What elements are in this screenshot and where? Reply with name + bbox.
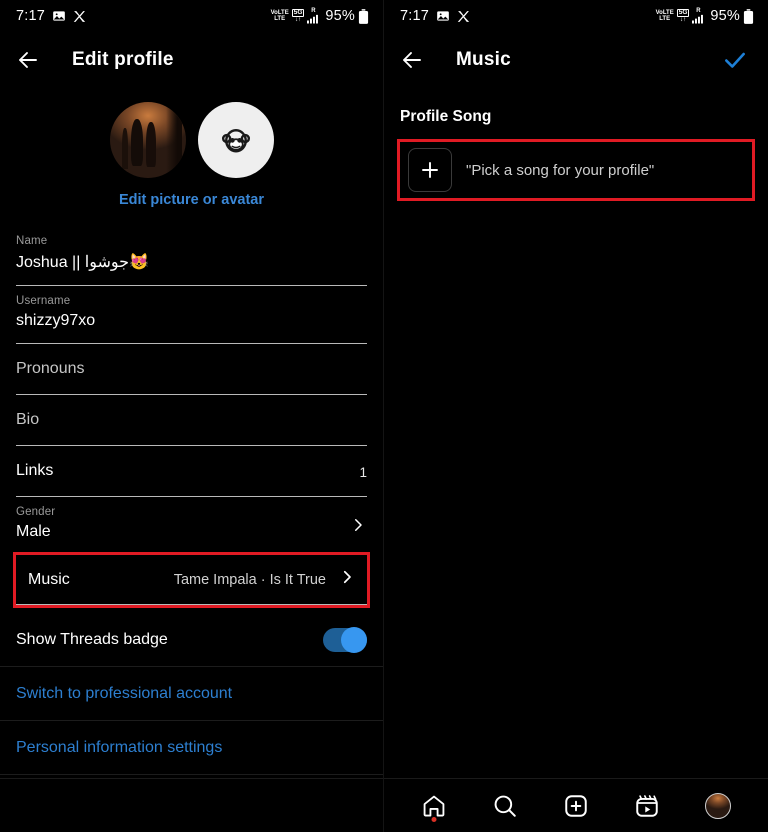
field-pronouns-placeholder: Pronouns [16, 360, 85, 377]
row-switch-professional-account[interactable]: Switch to professional account [0, 667, 383, 721]
chevron-right-icon [338, 568, 356, 591]
field-music-label: Music [28, 570, 70, 588]
edit-picture-or-avatar-link[interactable]: Edit picture or avatar [0, 192, 383, 208]
toggle-knob [341, 626, 367, 653]
field-name[interactable]: Name Joshua || جوشوا😻 [16, 226, 367, 286]
battery-icon [743, 8, 754, 24]
pick-song-row[interactable]: "Pick a song for your profile" [397, 139, 755, 201]
roaming-icon: R [692, 8, 704, 24]
app-bar-edit-profile: Edit profile [0, 32, 383, 88]
status-bar-right: 7:17 VoLTE LTE 5G ↓↑ R 95% [384, 0, 768, 32]
field-pronouns[interactable]: Pronouns [16, 344, 367, 395]
app-bar-music: Music [384, 32, 768, 88]
bottom-navigation-bar [384, 778, 768, 832]
field-username-label: Username [16, 295, 71, 307]
roaming-icon: R [307, 8, 319, 24]
field-username-value: shizzy97xo [16, 312, 96, 329]
status-bar-left-group-2: 7:17 [400, 8, 470, 24]
field-music[interactable]: Music Tame Impala · Is It True [13, 552, 370, 608]
personal-info-label: Personal information settings [16, 738, 223, 756]
add-song-button[interactable] [408, 148, 452, 192]
right-panel-music: 7:17 VoLTE LTE 5G ↓↑ R 95% Music Profile… [384, 0, 768, 832]
field-links-label: Links [16, 462, 54, 479]
page-title: Edit profile [72, 49, 174, 70]
photo-icon [436, 9, 450, 23]
profile-form: Name Joshua || جوشوا😻 Username shizzy97x… [0, 226, 383, 555]
row-show-threads-badge[interactable]: Show Threads badge [0, 613, 383, 667]
status-bar-left-group: 7:17 [16, 8, 86, 24]
x-app-icon [73, 10, 86, 23]
nav-create[interactable] [555, 785, 597, 827]
chevron-right-icon [349, 516, 367, 545]
x-app-icon [457, 10, 470, 23]
switch-professional-label: Switch to professional account [16, 684, 233, 702]
nav-search[interactable] [484, 785, 526, 827]
arrow-left-icon [19, 52, 37, 68]
network-5g-icon: 5G ↓↑ [291, 8, 305, 24]
field-username[interactable]: Username shizzy97xo [16, 286, 367, 344]
home-notification-dot [431, 816, 437, 822]
profile-photo-avatar[interactable] [109, 102, 186, 178]
confirm-button[interactable] [718, 43, 752, 77]
nav-reels[interactable] [626, 785, 668, 827]
field-gender-label: Gender [16, 506, 56, 518]
home-icon [423, 795, 444, 816]
status-bar-left: 7:17 VoLTE LTE 5G ↓↑ R 95% [0, 0, 383, 32]
reels-icon [636, 794, 658, 817]
field-music-value: Tame Impala · Is It True [173, 571, 326, 588]
back-button-music[interactable] [400, 43, 434, 77]
field-name-value: Joshua || جوشوا😻 [16, 254, 149, 271]
field-gender[interactable]: Gender Male [16, 497, 367, 555]
plus-icon [422, 162, 438, 178]
profile-song-section-title: Profile Song [400, 108, 492, 125]
volte-icon: VoLTE LTE [655, 10, 674, 22]
music-page-title: Music [456, 49, 511, 70]
settings-list: Show Threads badge Switch to professiona… [0, 613, 383, 775]
plus-square-icon [565, 794, 587, 817]
left-panel-edit-profile: 7:17 VoLTE LTE 5G ↓↑ R 95% Edit profile … [0, 0, 384, 832]
status-bar-right-group-2: VoLTE LTE 5G ↓↑ R 95% [656, 8, 754, 24]
battery-percentage: 95% [325, 8, 355, 24]
status-time-2: 7:17 [400, 8, 430, 24]
arrow-left-icon [403, 52, 421, 68]
field-gender-value: Male [16, 523, 51, 540]
row-personal-information-settings[interactable]: Personal information settings [0, 721, 383, 775]
nav-home[interactable] [413, 785, 455, 827]
network-5g-icon: 5G ↓↑ [676, 8, 690, 24]
volte-icon: VoLTE LTE [270, 10, 289, 22]
monkey-face-icon [221, 129, 250, 153]
threads-badge-toggle[interactable] [323, 626, 367, 653]
field-bio[interactable]: Bio [16, 395, 367, 446]
nav-profile[interactable] [697, 785, 739, 827]
field-links-count: 1 [359, 465, 367, 480]
back-button[interactable] [16, 43, 50, 77]
dual-screenshot-comparison: 7:17 VoLTE LTE 5G ↓↑ R 95% Edit profile … [0, 0, 768, 832]
status-bar-right-group: VoLTE LTE 5G ↓↑ R 95% [271, 8, 369, 24]
status-time: 7:17 [16, 8, 46, 24]
avatars-row [0, 102, 383, 178]
field-name-label: Name [16, 235, 48, 247]
pick-song-text: "Pick a song for your profile" [466, 161, 655, 179]
battery-percentage-2: 95% [710, 8, 740, 24]
check-icon [725, 52, 745, 68]
photo-icon [52, 9, 66, 23]
monkey-avatar[interactable] [197, 102, 274, 178]
field-bio-placeholder: Bio [16, 411, 40, 428]
profile-avatar-icon [705, 792, 732, 819]
search-icon [494, 795, 516, 817]
bottom-divider [0, 778, 383, 779]
field-links[interactable]: Links 1 [16, 446, 367, 497]
battery-icon [358, 8, 369, 24]
row-threads-label: Show Threads badge [16, 630, 168, 648]
